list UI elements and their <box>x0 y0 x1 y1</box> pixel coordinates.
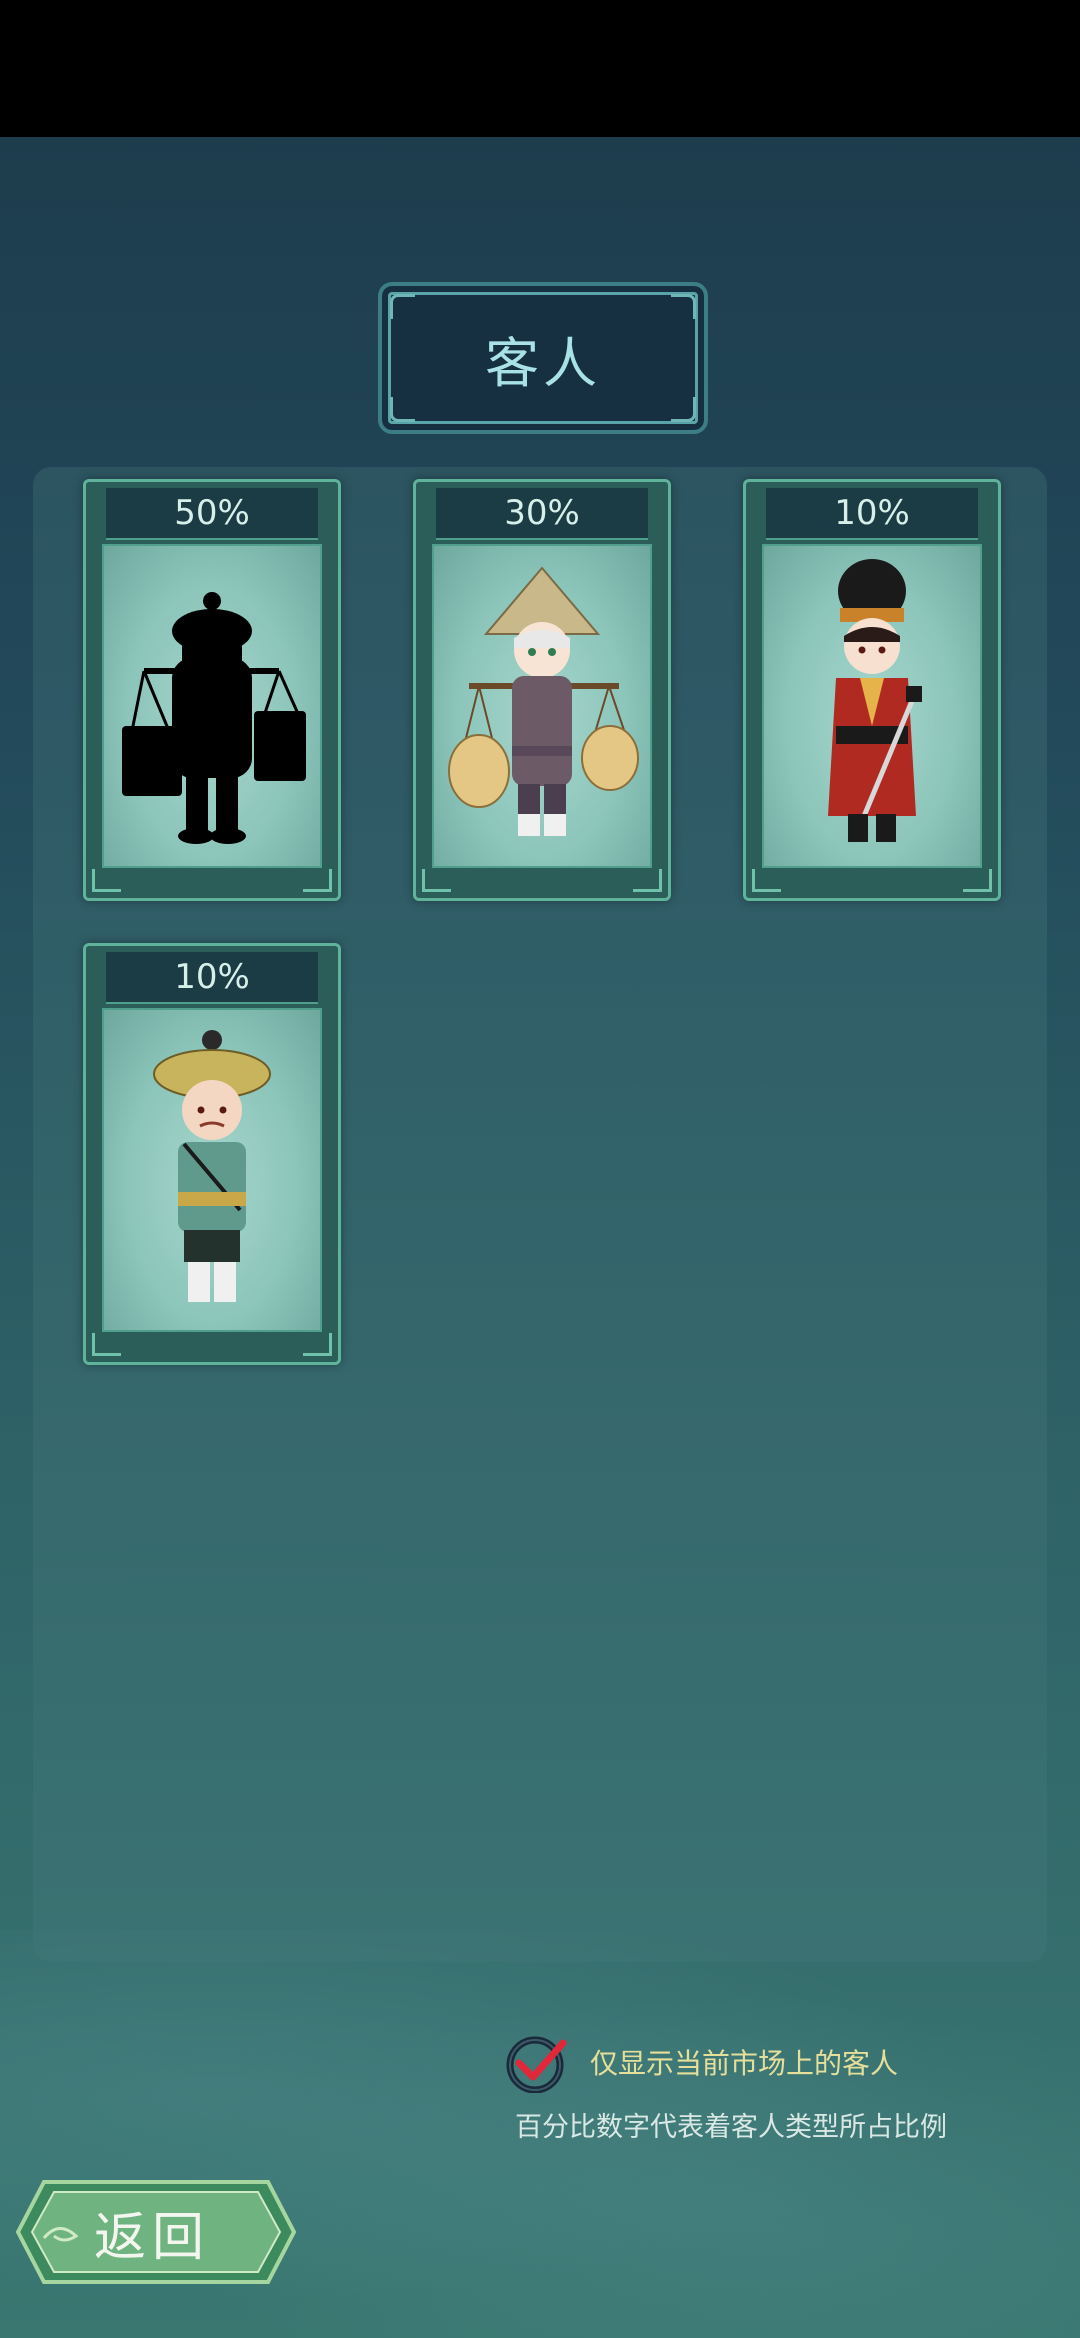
straw-hat-laborer-icon <box>102 1008 322 1332</box>
locked-guest-silhouette-icon <box>102 544 322 868</box>
card-corner-ornament <box>92 1333 121 1356</box>
guest-list-panel: 50% 30% 10% 10% <box>33 467 1047 1962</box>
guest-percent: 10% <box>766 488 978 540</box>
card-corner-ornament <box>633 869 662 892</box>
page-title: 客人 <box>485 331 601 395</box>
farmer-with-carrying-pole-icon <box>432 544 652 868</box>
percent-explanation-note: 百分比数字代表着客人类型所占比例 <box>515 2112 947 2143</box>
guest-percent: 50% <box>106 488 318 540</box>
guest-card[interactable]: 50% <box>83 479 341 901</box>
card-corner-ornament <box>92 869 121 892</box>
back-button[interactable]: 返回 <box>14 2178 298 2286</box>
card-corner-ornament <box>303 1333 332 1356</box>
filter-label[interactable]: 仅显示当前市场上的客人 <box>590 2042 898 2086</box>
guest-percent: 30% <box>436 488 648 540</box>
card-corner-ornament <box>752 869 781 892</box>
guest-percent: 10% <box>106 952 318 1004</box>
guest-card[interactable]: 30% <box>413 479 671 901</box>
guest-card[interactable]: 10% <box>743 479 1001 901</box>
card-corner-ornament <box>303 869 332 892</box>
card-corner-ornament <box>963 869 992 892</box>
card-corner-ornament <box>422 869 451 892</box>
back-button-label: 返回 <box>94 2207 211 2268</box>
checkmark-icon <box>506 2036 567 2094</box>
guest-card[interactable]: 10% <box>83 943 341 1365</box>
status-bar <box>0 0 1080 137</box>
title-plaque: 客人 <box>378 282 708 434</box>
red-robed-swordsman-icon <box>762 544 982 868</box>
filter-checkbox[interactable] <box>505 2031 567 2094</box>
